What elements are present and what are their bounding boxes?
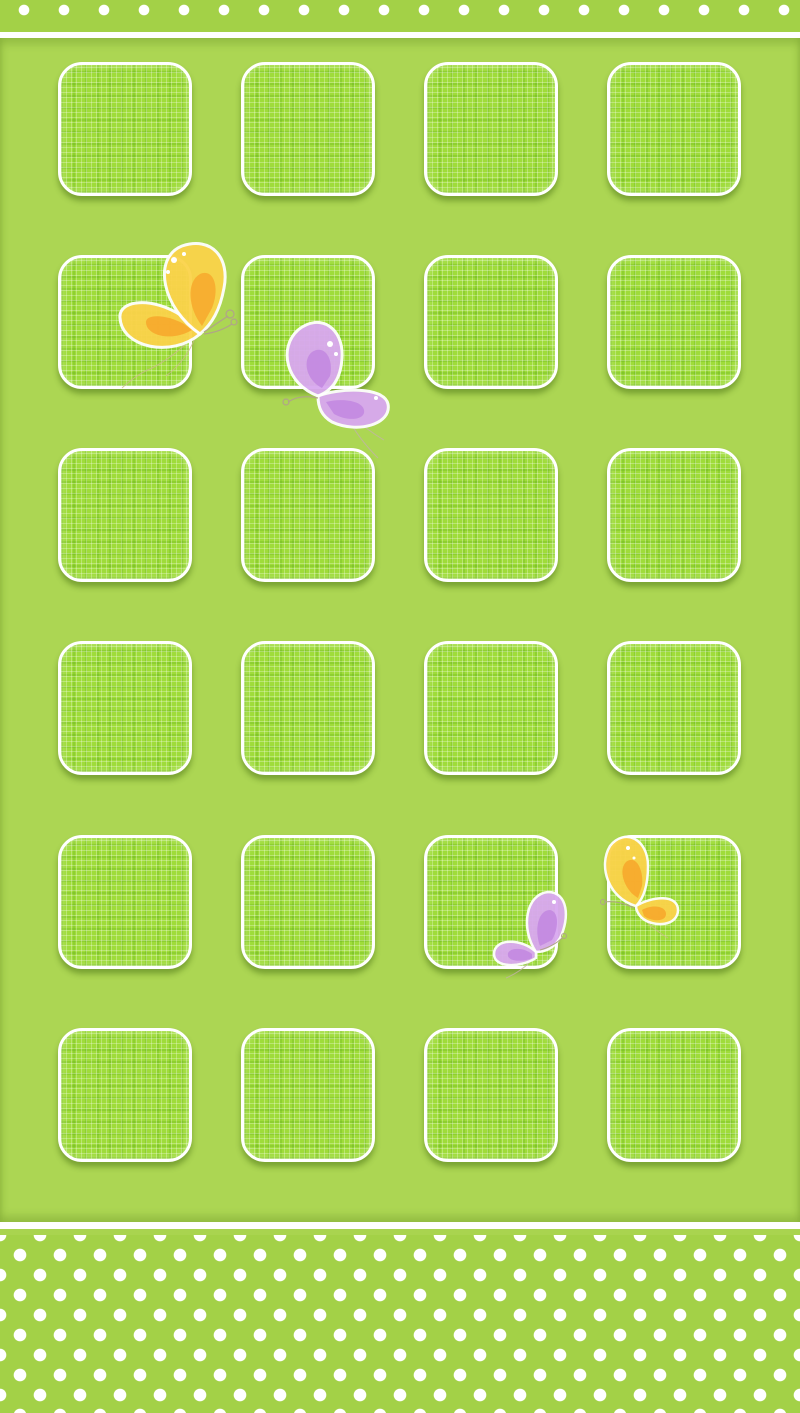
- app-icon-slot[interactable]: [58, 835, 192, 969]
- butterfly-yellow-large: [118, 242, 238, 389]
- app-icon-slot[interactable]: [58, 1028, 192, 1162]
- app-icon-slot[interactable]: [241, 641, 375, 775]
- app-icon-slot[interactable]: [58, 448, 192, 582]
- app-icon-slot[interactable]: [607, 255, 741, 389]
- app-icon-slot[interactable]: [241, 62, 375, 196]
- app-icon-slot[interactable]: [607, 448, 741, 582]
- app-icon-slot[interactable]: [424, 255, 558, 389]
- butterfly-purple-small: [492, 890, 568, 979]
- butterfly-purple-large: [282, 320, 390, 459]
- app-icon-slot[interactable]: [424, 448, 558, 582]
- app-icon-slot[interactable]: [607, 641, 741, 775]
- app-icon-slot[interactable]: [58, 62, 192, 196]
- app-icon-slot[interactable]: [424, 641, 558, 775]
- butterfly-yellow-small: [600, 835, 680, 939]
- app-icon-grid: [0, 0, 800, 1413]
- app-icon-slot[interactable]: [241, 448, 375, 582]
- app-icon-slot[interactable]: [424, 1028, 558, 1162]
- app-icon-slot[interactable]: [58, 641, 192, 775]
- app-icon-slot[interactable]: [424, 62, 558, 196]
- app-icon-slot[interactable]: [607, 62, 741, 196]
- app-icon-slot[interactable]: [241, 835, 375, 969]
- app-icon-slot[interactable]: [241, 1028, 375, 1162]
- app-icon-slot[interactable]: [607, 1028, 741, 1162]
